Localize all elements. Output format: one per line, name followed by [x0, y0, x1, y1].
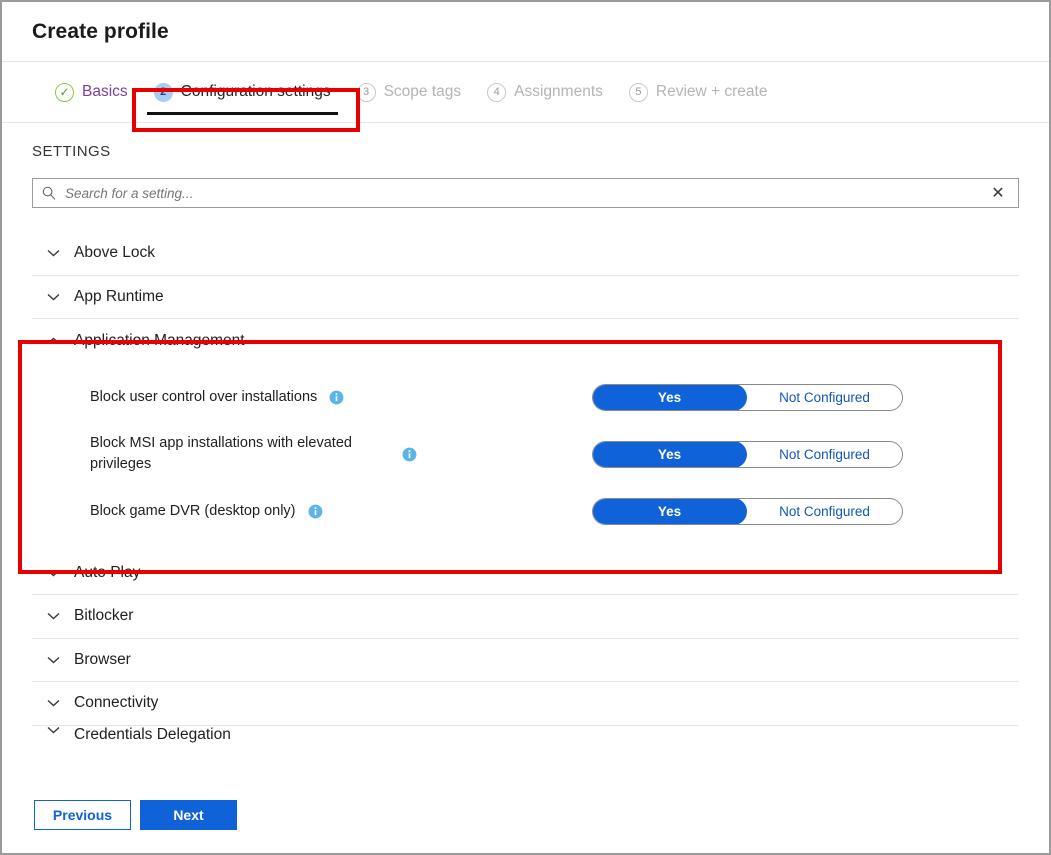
- chevron-down-icon: [32, 726, 74, 734]
- create-profile-dialog: Create profile ✓ Basics 2 Configuration …: [0, 0, 1051, 855]
- settings-heading: SETTINGS: [2, 123, 1049, 160]
- setting-row-block-user-control: Block user control over installations Ye…: [32, 369, 1019, 426]
- toggle-option-not-configured[interactable]: Not Configured: [747, 499, 902, 524]
- section-label-connectivity: Connectivity: [74, 694, 158, 712]
- chevron-down-icon: [32, 249, 74, 257]
- chevron-down-icon: [32, 612, 74, 620]
- wizard-step-assignments-label: Assignments: [514, 83, 603, 101]
- search-input[interactable]: [65, 186, 978, 201]
- section-label-app-runtime: App Runtime: [74, 288, 164, 306]
- setting-label-cell: Block MSI app installations with elevate…: [32, 433, 592, 475]
- section-label-browser: Browser: [74, 651, 131, 669]
- chevron-up-icon: [32, 337, 74, 345]
- clear-search-icon[interactable]: ✕: [978, 183, 1018, 203]
- toggle-option-yes[interactable]: Yes: [592, 384, 747, 411]
- wizard-step-configuration-settings-label: Configuration settings: [181, 83, 331, 101]
- section-row-connectivity[interactable]: Connectivity: [32, 682, 1019, 726]
- wizard-step-configuration-settings[interactable]: 2 Configuration settings: [141, 70, 344, 114]
- section-label-auto-play: Auto Play: [74, 564, 140, 582]
- info-icon[interactable]: [402, 447, 417, 462]
- wizard-step-assignments[interactable]: 4 Assignments: [474, 70, 616, 114]
- step-number-badge-4: 4: [487, 83, 506, 102]
- toggle-option-yes[interactable]: Yes: [592, 498, 747, 525]
- toggle-block-game-dvr[interactable]: Yes Not Configured: [592, 498, 903, 525]
- settings-section-list: Above Lock App Runtime Application Manag…: [32, 232, 1019, 746]
- section-row-application-management[interactable]: Application Management: [32, 319, 1019, 363]
- setting-row-block-msi-elevated: Block MSI app installations with elevate…: [32, 426, 1019, 483]
- section-label-credentials-delegation: Credentials Delegation: [74, 726, 231, 744]
- toggle-option-yes[interactable]: Yes: [592, 441, 747, 468]
- settings-search-box[interactable]: ✕: [32, 178, 1019, 208]
- chevron-down-icon: [32, 699, 74, 707]
- section-row-browser[interactable]: Browser: [32, 639, 1019, 683]
- section-label-application-management: Application Management: [74, 332, 245, 350]
- step-number-badge-2: 2: [154, 83, 173, 102]
- setting-label-cell: Block user control over installations: [32, 387, 592, 408]
- search-icon: [33, 186, 65, 200]
- section-row-above-lock[interactable]: Above Lock: [32, 232, 1019, 276]
- setting-label-cell: Block game DVR (desktop only): [32, 501, 592, 522]
- section-label-bitlocker: Bitlocker: [74, 607, 133, 625]
- chevron-down-icon: [32, 293, 74, 301]
- section-row-app-runtime[interactable]: App Runtime: [32, 276, 1019, 320]
- application-management-settings: Block user control over installations Ye…: [32, 363, 1019, 552]
- setting-label-block-user-control: Block user control over installations: [90, 387, 317, 408]
- wizard-step-bar: ✓ Basics 2 Configuration settings 3 Scop…: [2, 62, 1049, 123]
- previous-button[interactable]: Previous: [34, 800, 131, 830]
- wizard-step-basics-label: Basics: [82, 83, 128, 101]
- toggle-block-user-control[interactable]: Yes Not Configured: [592, 384, 903, 411]
- section-row-bitlocker[interactable]: Bitlocker: [32, 595, 1019, 639]
- setting-label-block-msi-elevated: Block MSI app installations with elevate…: [90, 433, 390, 475]
- section-row-credentials-delegation[interactable]: Credentials Delegation: [32, 726, 1019, 746]
- setting-label-block-game-dvr: Block game DVR (desktop only): [90, 501, 296, 522]
- info-icon[interactable]: [308, 504, 323, 519]
- wizard-step-scope-tags-label: Scope tags: [384, 83, 462, 101]
- wizard-step-review-create-label: Review + create: [656, 83, 768, 101]
- setting-row-block-game-dvr: Block game DVR (desktop only) Yes Not Co…: [32, 483, 1019, 540]
- info-icon[interactable]: [329, 390, 344, 405]
- wizard-step-scope-tags[interactable]: 3 Scope tags: [344, 70, 475, 114]
- wizard-step-basics[interactable]: ✓ Basics: [42, 70, 141, 114]
- dialog-title-bar: Create profile: [2, 2, 1049, 62]
- chevron-down-icon: [32, 569, 74, 577]
- toggle-option-not-configured[interactable]: Not Configured: [747, 385, 902, 410]
- dialog-footer: Previous Next: [4, 779, 1047, 851]
- next-button[interactable]: Next: [140, 800, 237, 830]
- step-number-badge-3: 3: [357, 83, 376, 102]
- page-title: Create profile: [32, 20, 169, 44]
- wizard-step-review-create[interactable]: 5 Review + create: [616, 70, 781, 114]
- toggle-option-not-configured[interactable]: Not Configured: [747, 442, 902, 467]
- section-row-auto-play[interactable]: Auto Play: [32, 552, 1019, 596]
- step-number-badge-5: 5: [629, 83, 648, 102]
- step-complete-check-icon: ✓: [55, 83, 74, 102]
- chevron-down-icon: [32, 656, 74, 664]
- section-label-above-lock: Above Lock: [74, 244, 155, 262]
- toggle-block-msi-elevated[interactable]: Yes Not Configured: [592, 441, 903, 468]
